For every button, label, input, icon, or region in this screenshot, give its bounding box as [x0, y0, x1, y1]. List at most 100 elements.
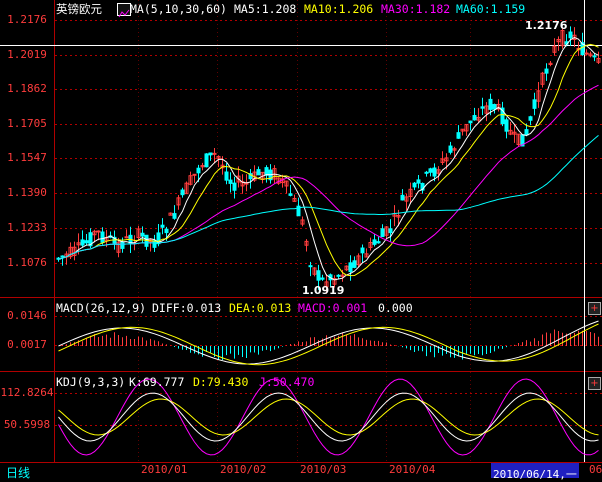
ma60-line — [58, 135, 599, 260]
candle-body — [448, 145, 453, 153]
candle-body — [100, 231, 105, 243]
kdj-j-line — [58, 378, 599, 456]
macd-axis-label: 0.0017 — [7, 338, 47, 351]
candle-body — [584, 52, 589, 55]
candle-body — [504, 119, 509, 132]
candle-body — [84, 240, 89, 244]
candle-body — [256, 169, 261, 176]
ma60-value: MA60:1.159 — [456, 2, 526, 16]
candle-body — [544, 68, 549, 74]
candle-body — [528, 116, 533, 121]
candle-body — [524, 129, 529, 136]
ma-chart-icon[interactable] — [117, 3, 131, 18]
kdj-k-line — [58, 392, 599, 442]
candle-body — [160, 224, 165, 228]
macd-diff: DIFF:0.013 — [152, 301, 222, 315]
candle-body — [480, 106, 485, 109]
kdj-d: D:79.430 — [193, 375, 249, 389]
candle-body — [152, 240, 157, 248]
kdj-d-line — [58, 398, 599, 436]
period-tab[interactable]: 日线 — [0, 463, 54, 480]
candle-body — [488, 98, 493, 110]
month-label: 2010/04 — [389, 463, 436, 476]
candle-body — [124, 236, 129, 239]
candle-body — [208, 152, 213, 156]
candle-body — [432, 167, 437, 177]
candle-body — [180, 189, 185, 196]
plus-icon[interactable]: + — [588, 302, 601, 315]
candle-body — [140, 232, 145, 237]
symbol-name: 英镑欧元 — [56, 2, 102, 16]
price-axis-label: 1.1076 — [7, 256, 47, 269]
candle-body — [492, 104, 497, 110]
candle-body — [592, 55, 597, 58]
cursor-date: 2010/06/14,一 — [493, 468, 577, 481]
month-label: 2010/02 — [220, 463, 267, 476]
price-chart[interactable] — [55, 14, 602, 297]
price-axis-label: 1.2019 — [7, 48, 47, 61]
candle-body — [204, 153, 209, 168]
ma30-value: MA30:1.182 — [381, 2, 451, 16]
candle-body — [468, 120, 473, 124]
price-axis-label: 1.1233 — [7, 221, 47, 234]
candle-body — [316, 270, 321, 281]
candle-body — [228, 179, 233, 184]
candle-body — [224, 171, 229, 181]
candle-body — [264, 167, 269, 176]
candle-body — [472, 115, 477, 121]
price-axis-label: 1.1390 — [7, 186, 47, 199]
plus-icon[interactable]: + — [588, 377, 601, 390]
candle-body — [388, 228, 393, 234]
ma10-line — [58, 43, 599, 277]
ma10-value: MA10:1.206 — [304, 2, 374, 16]
candle-body — [120, 241, 125, 249]
candle-body — [400, 194, 405, 201]
candle-body — [376, 241, 381, 244]
candle-body — [172, 213, 177, 219]
candle-body — [424, 171, 429, 174]
candle-body — [60, 255, 65, 258]
candle-body — [568, 31, 573, 39]
candle-body — [428, 168, 433, 173]
ma-label: MA(5,10,30,60) — [130, 2, 227, 16]
candle-body — [196, 167, 201, 174]
price-axis-label: 1.1547 — [7, 151, 47, 164]
price-axis-label: 1.2176 — [7, 13, 47, 26]
low-price-annotation: 1.0919 — [302, 284, 345, 297]
candle-body — [96, 230, 101, 233]
candle-body — [456, 132, 461, 139]
kdj-axis-label: 50.5998 — [3, 418, 51, 431]
month-label: 2010/03 — [300, 463, 347, 476]
macd-value: MACD:0.001 — [298, 301, 368, 315]
kdj-k: K:69.777 — [129, 375, 185, 389]
candle-body — [308, 265, 313, 268]
month-label: 2010/01 — [141, 463, 188, 476]
candle-body — [348, 262, 353, 273]
ma5-value: MA5:1.208 — [234, 2, 297, 16]
candle-body — [212, 152, 217, 155]
price-axis-label: 1.1705 — [7, 117, 47, 130]
candle-body — [380, 228, 385, 238]
cursor-date-box: 2010/06/14,一 — [491, 463, 579, 481]
kdj-axis-label: 112.8264 — [0, 386, 54, 399]
candle-body — [336, 274, 341, 277]
macd-axis-label: 0.0146 — [7, 309, 47, 322]
candle-body — [372, 239, 377, 245]
candle-body — [532, 99, 537, 109]
macd-extra: 0.000 — [378, 301, 413, 315]
candle-body — [416, 179, 421, 184]
candle-body — [288, 193, 293, 196]
high-price-annotation: 1.2176 — [525, 19, 568, 32]
candle-body — [80, 239, 85, 246]
candle-body — [232, 182, 237, 191]
candle-body — [360, 247, 365, 254]
kdj-j: J:50.470 — [259, 375, 315, 389]
candle-body — [164, 228, 169, 234]
candle-body — [320, 277, 325, 280]
month-label: 06 — [589, 463, 602, 476]
candle-body — [412, 182, 417, 188]
price-axis-label: 1.1862 — [7, 82, 47, 95]
candle-body — [352, 260, 357, 268]
macd-dea: DEA:0.013 — [229, 301, 292, 315]
period-label: 日线 — [6, 466, 31, 480]
